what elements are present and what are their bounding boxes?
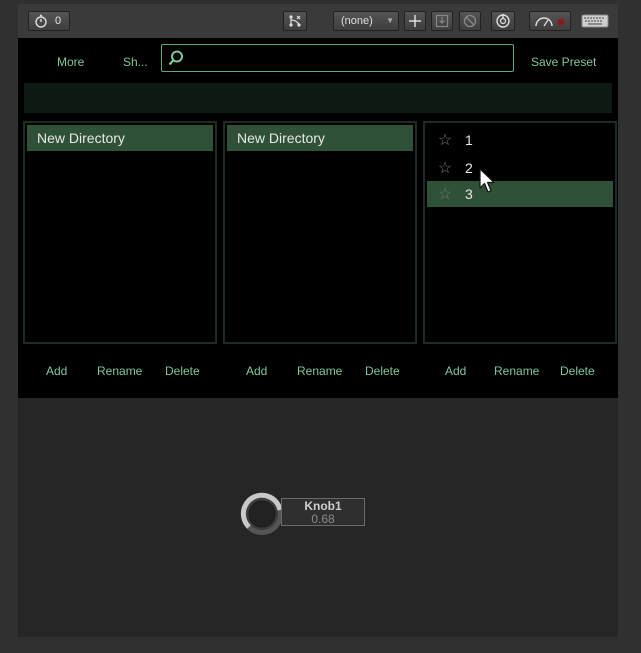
routing-button[interactable] bbox=[283, 11, 307, 31]
delete-button[interactable]: Delete bbox=[560, 364, 595, 378]
timer-count: 0 bbox=[55, 15, 62, 27]
list-item[interactable]: New Directory bbox=[227, 125, 413, 151]
bank-column[interactable]: New Directory bbox=[23, 121, 217, 344]
list-item-label: New Directory bbox=[237, 130, 325, 146]
preset-select-value: (none) bbox=[341, 15, 373, 27]
save-button[interactable] bbox=[431, 11, 453, 31]
preset-column[interactable]: ☆ 1 ☆ 2 ☆ 3 bbox=[423, 121, 617, 344]
stopwatch-icon bbox=[35, 14, 47, 28]
block-icon bbox=[463, 14, 477, 28]
add-button[interactable]: Add bbox=[246, 364, 267, 378]
preset-select[interactable]: (none) ▼ bbox=[333, 11, 399, 31]
add-button[interactable]: Add bbox=[445, 364, 466, 378]
block-button[interactable] bbox=[459, 11, 481, 31]
preset-item-label: 1 bbox=[465, 132, 473, 148]
preset-item-label: 3 bbox=[465, 186, 473, 202]
timer-button[interactable]: 0 bbox=[28, 11, 70, 31]
star-icon[interactable]: ☆ bbox=[427, 158, 459, 178]
keyboard-button[interactable] bbox=[580, 11, 610, 31]
show-button[interactable]: Sh... bbox=[123, 55, 148, 69]
preset-item-label: 2 bbox=[465, 160, 473, 176]
power-icon bbox=[496, 14, 510, 28]
add-button[interactable] bbox=[404, 11, 426, 31]
knob-control[interactable]: Knob1 0.68 bbox=[238, 490, 368, 536]
plus-icon bbox=[409, 15, 421, 27]
power-button[interactable] bbox=[491, 11, 515, 31]
preset-item[interactable]: ☆ 3 bbox=[427, 181, 613, 207]
routing-icon bbox=[289, 15, 301, 27]
list-item-label: New Directory bbox=[37, 130, 125, 146]
save-icon bbox=[435, 14, 449, 28]
star-icon[interactable]: ☆ bbox=[427, 184, 459, 204]
toolbar: 0 (none) ▼ bbox=[18, 4, 618, 39]
search-icon bbox=[168, 50, 183, 66]
save-preset-button[interactable]: Save Preset bbox=[531, 55, 596, 69]
chevron-down-icon: ▼ bbox=[386, 16, 394, 25]
rename-button[interactable]: Rename bbox=[494, 364, 539, 378]
delete-button[interactable]: Delete bbox=[365, 364, 400, 378]
cursor-icon bbox=[479, 168, 495, 193]
knob-value: 0.68 bbox=[311, 512, 335, 526]
rename-button[interactable]: Rename bbox=[97, 364, 142, 378]
add-button[interactable]: Add bbox=[46, 364, 67, 378]
knob-dial[interactable] bbox=[238, 490, 286, 538]
rename-button[interactable]: Rename bbox=[297, 364, 342, 378]
list-item[interactable]: New Directory bbox=[27, 125, 213, 151]
preset-browser: More Sh... Save Preset New Directory New… bbox=[18, 38, 618, 398]
category-column[interactable]: New Directory bbox=[223, 121, 417, 344]
preset-item[interactable]: ☆ 1 bbox=[427, 127, 613, 153]
info-bar bbox=[24, 83, 612, 113]
delete-button[interactable]: Delete bbox=[165, 364, 200, 378]
more-button[interactable]: More bbox=[57, 55, 84, 69]
cpu-meter-button[interactable] bbox=[529, 11, 571, 31]
search-input[interactable] bbox=[161, 44, 514, 72]
knob-label-box: Knob1 0.68 bbox=[281, 498, 365, 526]
cpu-meter-icon bbox=[535, 17, 565, 27]
keyboard-icon bbox=[581, 14, 609, 28]
preset-item[interactable]: ☆ 2 bbox=[427, 155, 613, 181]
star-icon[interactable]: ☆ bbox=[427, 130, 459, 150]
